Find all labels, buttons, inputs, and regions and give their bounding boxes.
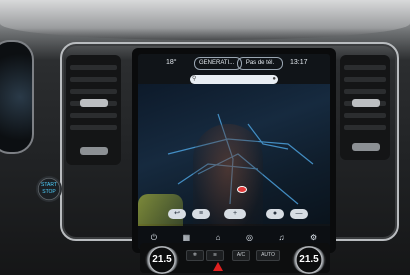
- infotainment-bezel: 18° GENERATI... Pas de tél. 13:17 ⚲ ● ↩ …: [132, 48, 336, 253]
- rear-defrost-button[interactable]: ≋: [206, 250, 224, 261]
- menu-icon[interactable]: ≡: [192, 209, 210, 219]
- status-bar: 18° GENERATI... Pas de tél. 13:17: [138, 54, 330, 72]
- navigation-icon[interactable]: ◎: [246, 233, 253, 242]
- infotainment-screen[interactable]: 18° GENERATI... Pas de tél. 13:17 ⚲ ● ↩ …: [138, 54, 330, 249]
- music-icon[interactable]: ♫: [279, 233, 285, 242]
- phone-pill[interactable]: Pas de tél.: [237, 57, 283, 70]
- left-air-vent[interactable]: [66, 55, 121, 165]
- left-vent-tab[interactable]: [80, 99, 108, 107]
- microphone-icon[interactable]: ●: [272, 75, 276, 84]
- map-action-row: ↩ ≡ + ● —: [168, 209, 308, 221]
- right-temperature-dial[interactable]: 21.5: [292, 246, 326, 274]
- back-icon[interactable]: ↩: [168, 209, 186, 219]
- right-vent-tab[interactable]: [352, 99, 380, 107]
- location-pin-icon: [237, 186, 247, 193]
- ac-button[interactable]: A/C: [232, 250, 250, 261]
- navigation-map[interactable]: [138, 84, 330, 249]
- search-icon: ⚲: [192, 76, 197, 82]
- instrument-cluster: [0, 40, 34, 154]
- zoom-out-icon[interactable]: —: [290, 209, 308, 219]
- windshield-edge: [0, 0, 410, 40]
- zoom-in-icon[interactable]: +: [224, 209, 246, 219]
- outside-temperature: 18°: [166, 59, 177, 66]
- power-icon[interactable]: ⏻: [151, 233, 157, 243]
- auto-climate-button[interactable]: AUTO: [256, 250, 280, 261]
- left-vent-wheel[interactable]: [80, 147, 108, 155]
- settings-icon[interactable]: ⚙: [310, 233, 317, 242]
- search-input[interactable]: ⚲ ●: [190, 75, 278, 84]
- right-air-vent[interactable]: [340, 55, 390, 160]
- dashboard: START STOP 18° GENERATI... Pas de tél. 1…: [0, 0, 410, 275]
- defrost-button[interactable]: ❄: [186, 250, 204, 261]
- right-vent-wheel[interactable]: [352, 143, 380, 151]
- profile-pill[interactable]: GENERATI...: [194, 57, 242, 70]
- clock: 13:17: [290, 59, 308, 66]
- start-stop-button[interactable]: START STOP: [36, 176, 62, 202]
- home-icon[interactable]: ⌂: [216, 233, 221, 242]
- recenter-icon[interactable]: ●: [266, 209, 284, 219]
- apps-icon[interactable]: ▦: [183, 233, 191, 242]
- hazard-icon[interactable]: [213, 262, 223, 271]
- left-temperature-dial[interactable]: 21.5: [145, 246, 179, 274]
